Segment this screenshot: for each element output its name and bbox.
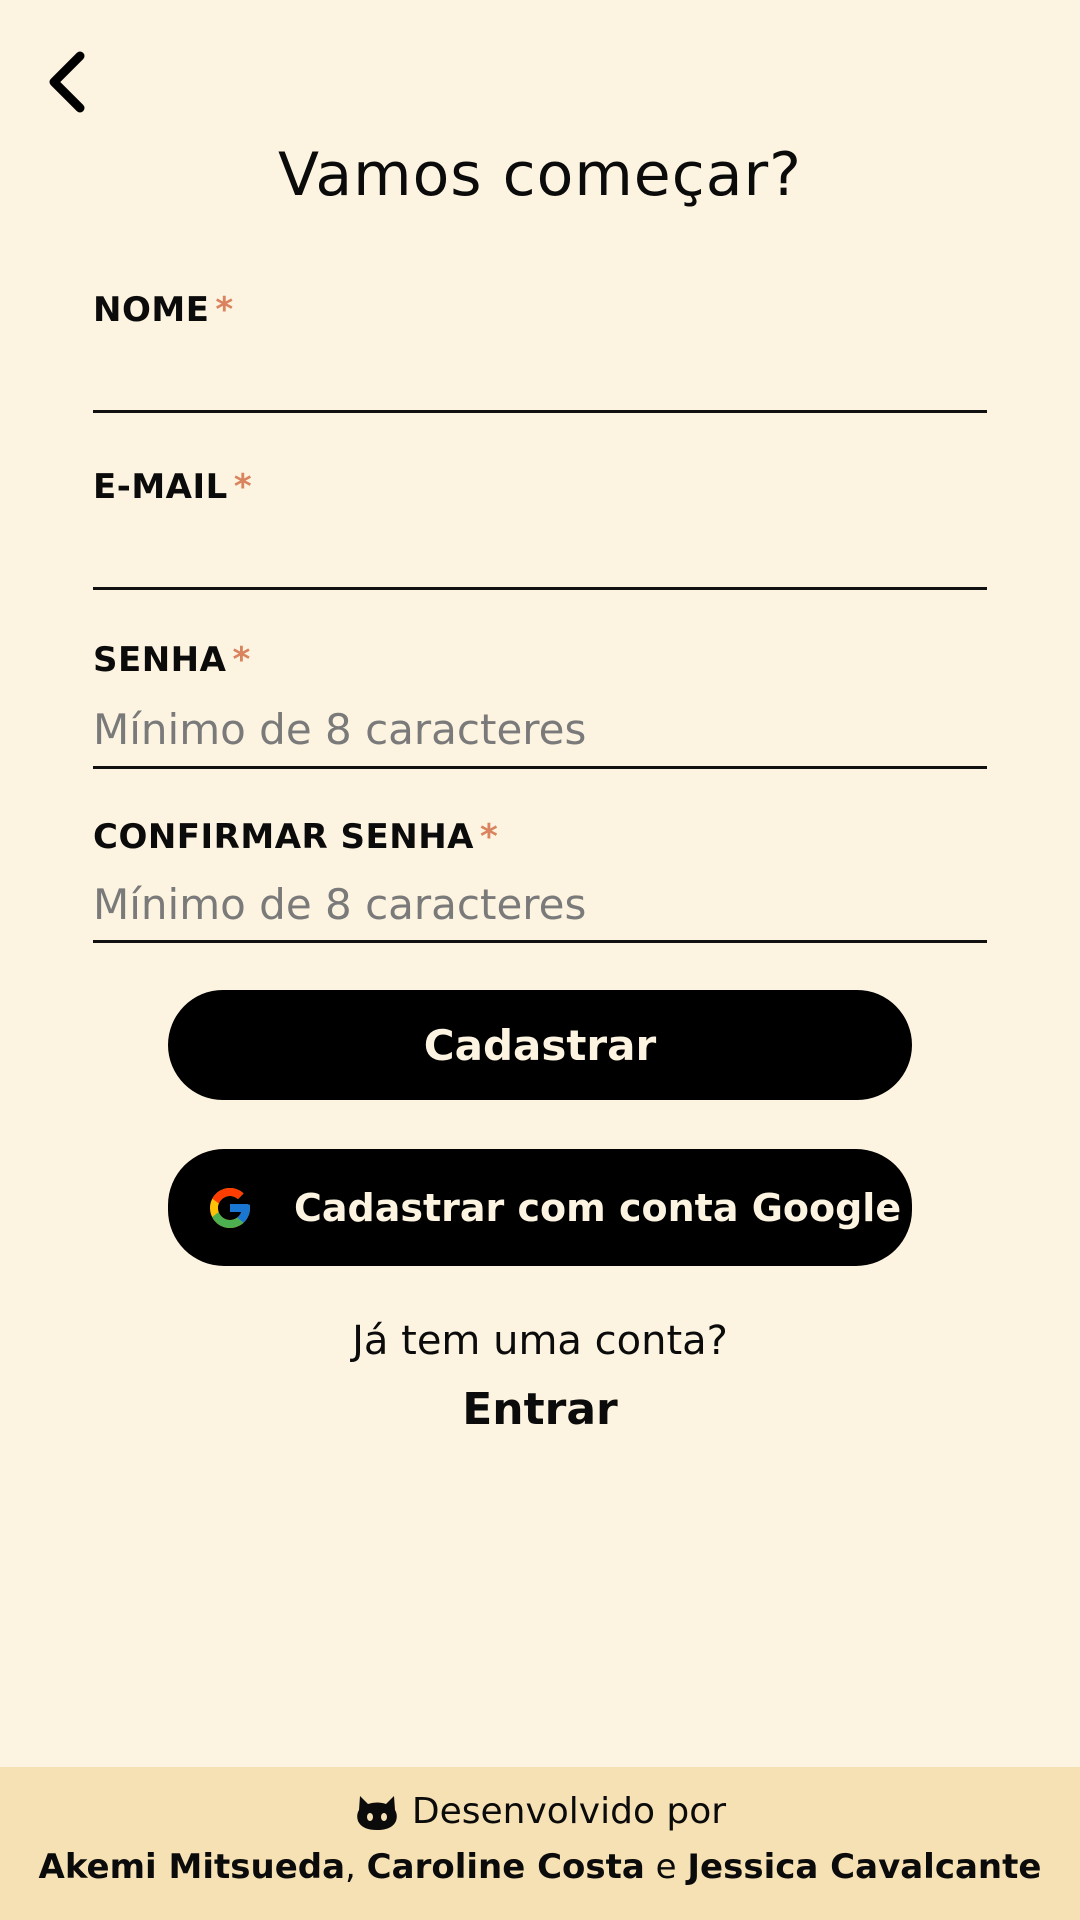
name-input[interactable] xyxy=(93,344,987,413)
register-button-label: Cadastrar xyxy=(423,1020,657,1070)
email-label: E-MAIL * xyxy=(93,467,253,507)
password-field-group: SENHA * xyxy=(93,636,987,769)
author-separator: , xyxy=(345,1847,367,1887)
confirm-password-label: CONFIRMAR SENHA * xyxy=(93,817,499,857)
password-input[interactable] xyxy=(93,692,987,769)
footer-developed-by-text: Desenvolvido por xyxy=(411,1791,727,1832)
page-title: Vamos começar? xyxy=(278,140,802,210)
back-button[interactable] xyxy=(46,50,90,114)
confirm-password-input[interactable] xyxy=(93,869,987,943)
name-label: NOME * xyxy=(93,290,234,330)
footer-authors: Akemi Mitsueda, Caroline Costa e Jessica… xyxy=(0,1847,1080,1887)
required-marker: * xyxy=(215,290,234,330)
email-field-group: E-MAIL * xyxy=(93,461,987,591)
confirm-password-field-group: CONFIRMAR SENHA * xyxy=(93,813,987,943)
author-name: Jessica Cavalcante xyxy=(687,1847,1042,1887)
register-button[interactable]: Cadastrar xyxy=(168,990,912,1100)
name-field-group: NOME * xyxy=(93,284,987,414)
required-marker: * xyxy=(232,640,251,680)
author-name: Akemi Mitsueda xyxy=(38,1847,346,1887)
password-label: SENHA * xyxy=(93,640,251,680)
login-prompt-text: Já tem uma conta? xyxy=(352,1318,728,1364)
author-name: Caroline Costa xyxy=(366,1847,645,1887)
footer-developed-by: Desenvolvido por xyxy=(0,1791,1080,1832)
required-marker: * xyxy=(233,467,253,507)
email-input[interactable] xyxy=(93,521,987,590)
required-marker: * xyxy=(479,817,499,857)
google-icon xyxy=(210,1187,250,1228)
github-icon xyxy=(357,1795,397,1830)
chevron-left-icon xyxy=(49,51,85,113)
author-separator: e xyxy=(644,1847,688,1887)
login-link[interactable]: Entrar xyxy=(0,1384,1080,1435)
footer: Desenvolvido por Akemi Mitsueda, Carolin… xyxy=(0,1767,1080,1920)
google-register-button[interactable]: Cadastrar com conta Google xyxy=(168,1149,912,1266)
google-register-button-label: Cadastrar com conta Google xyxy=(294,1185,902,1230)
